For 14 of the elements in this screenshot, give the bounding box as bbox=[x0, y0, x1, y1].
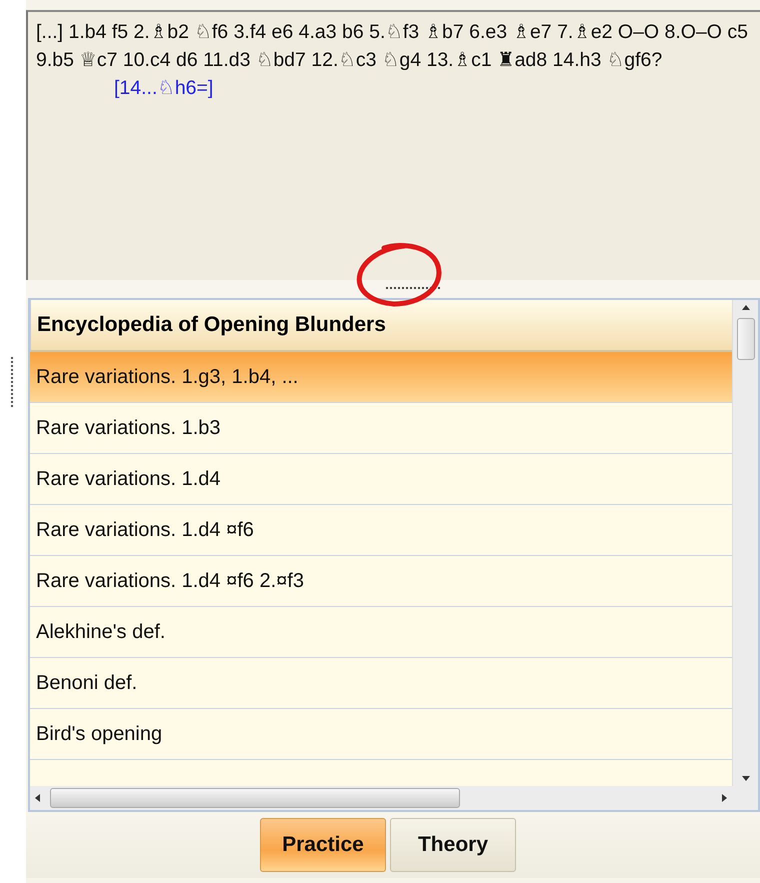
splitter-grip[interactable] bbox=[10, 356, 16, 406]
splitter-grip[interactable] bbox=[386, 287, 440, 291]
scroll-thumb[interactable] bbox=[50, 788, 460, 808]
list-item[interactable]: Rare variations. 1.g3, 1.b4, ... bbox=[30, 352, 732, 403]
scroll-left-icon[interactable] bbox=[34, 793, 40, 803]
variation-text: [14...♘h6=] bbox=[114, 76, 214, 101]
list-heading: Encyclopedia of Opening Blunders bbox=[30, 300, 732, 352]
mode-button[interactable]: Practice bbox=[260, 818, 386, 872]
mode-button[interactable]: Theory bbox=[390, 818, 516, 872]
scroll-thumb[interactable] bbox=[736, 318, 754, 360]
vertical-scrollbar[interactable] bbox=[732, 300, 758, 786]
scroll-right-icon[interactable] bbox=[722, 793, 728, 803]
horizontal-scrollbar[interactable] bbox=[30, 786, 732, 810]
move-text: [...] 1.b4 f5 2.♗b2 ♘f6 3.f4 e6 4.a3 b6 5.♘f3 ♗b7 6.e3 ♗e7 7.♗e2 O–O 8.O–O c5 9.b5 ♕c7 10.c4 d6 11.d3 ♘bd7 12.♘c3 ♘g4 13.♗c1 ♜ad8 14.h3 ♘gf6? bbox=[36, 20, 749, 73]
